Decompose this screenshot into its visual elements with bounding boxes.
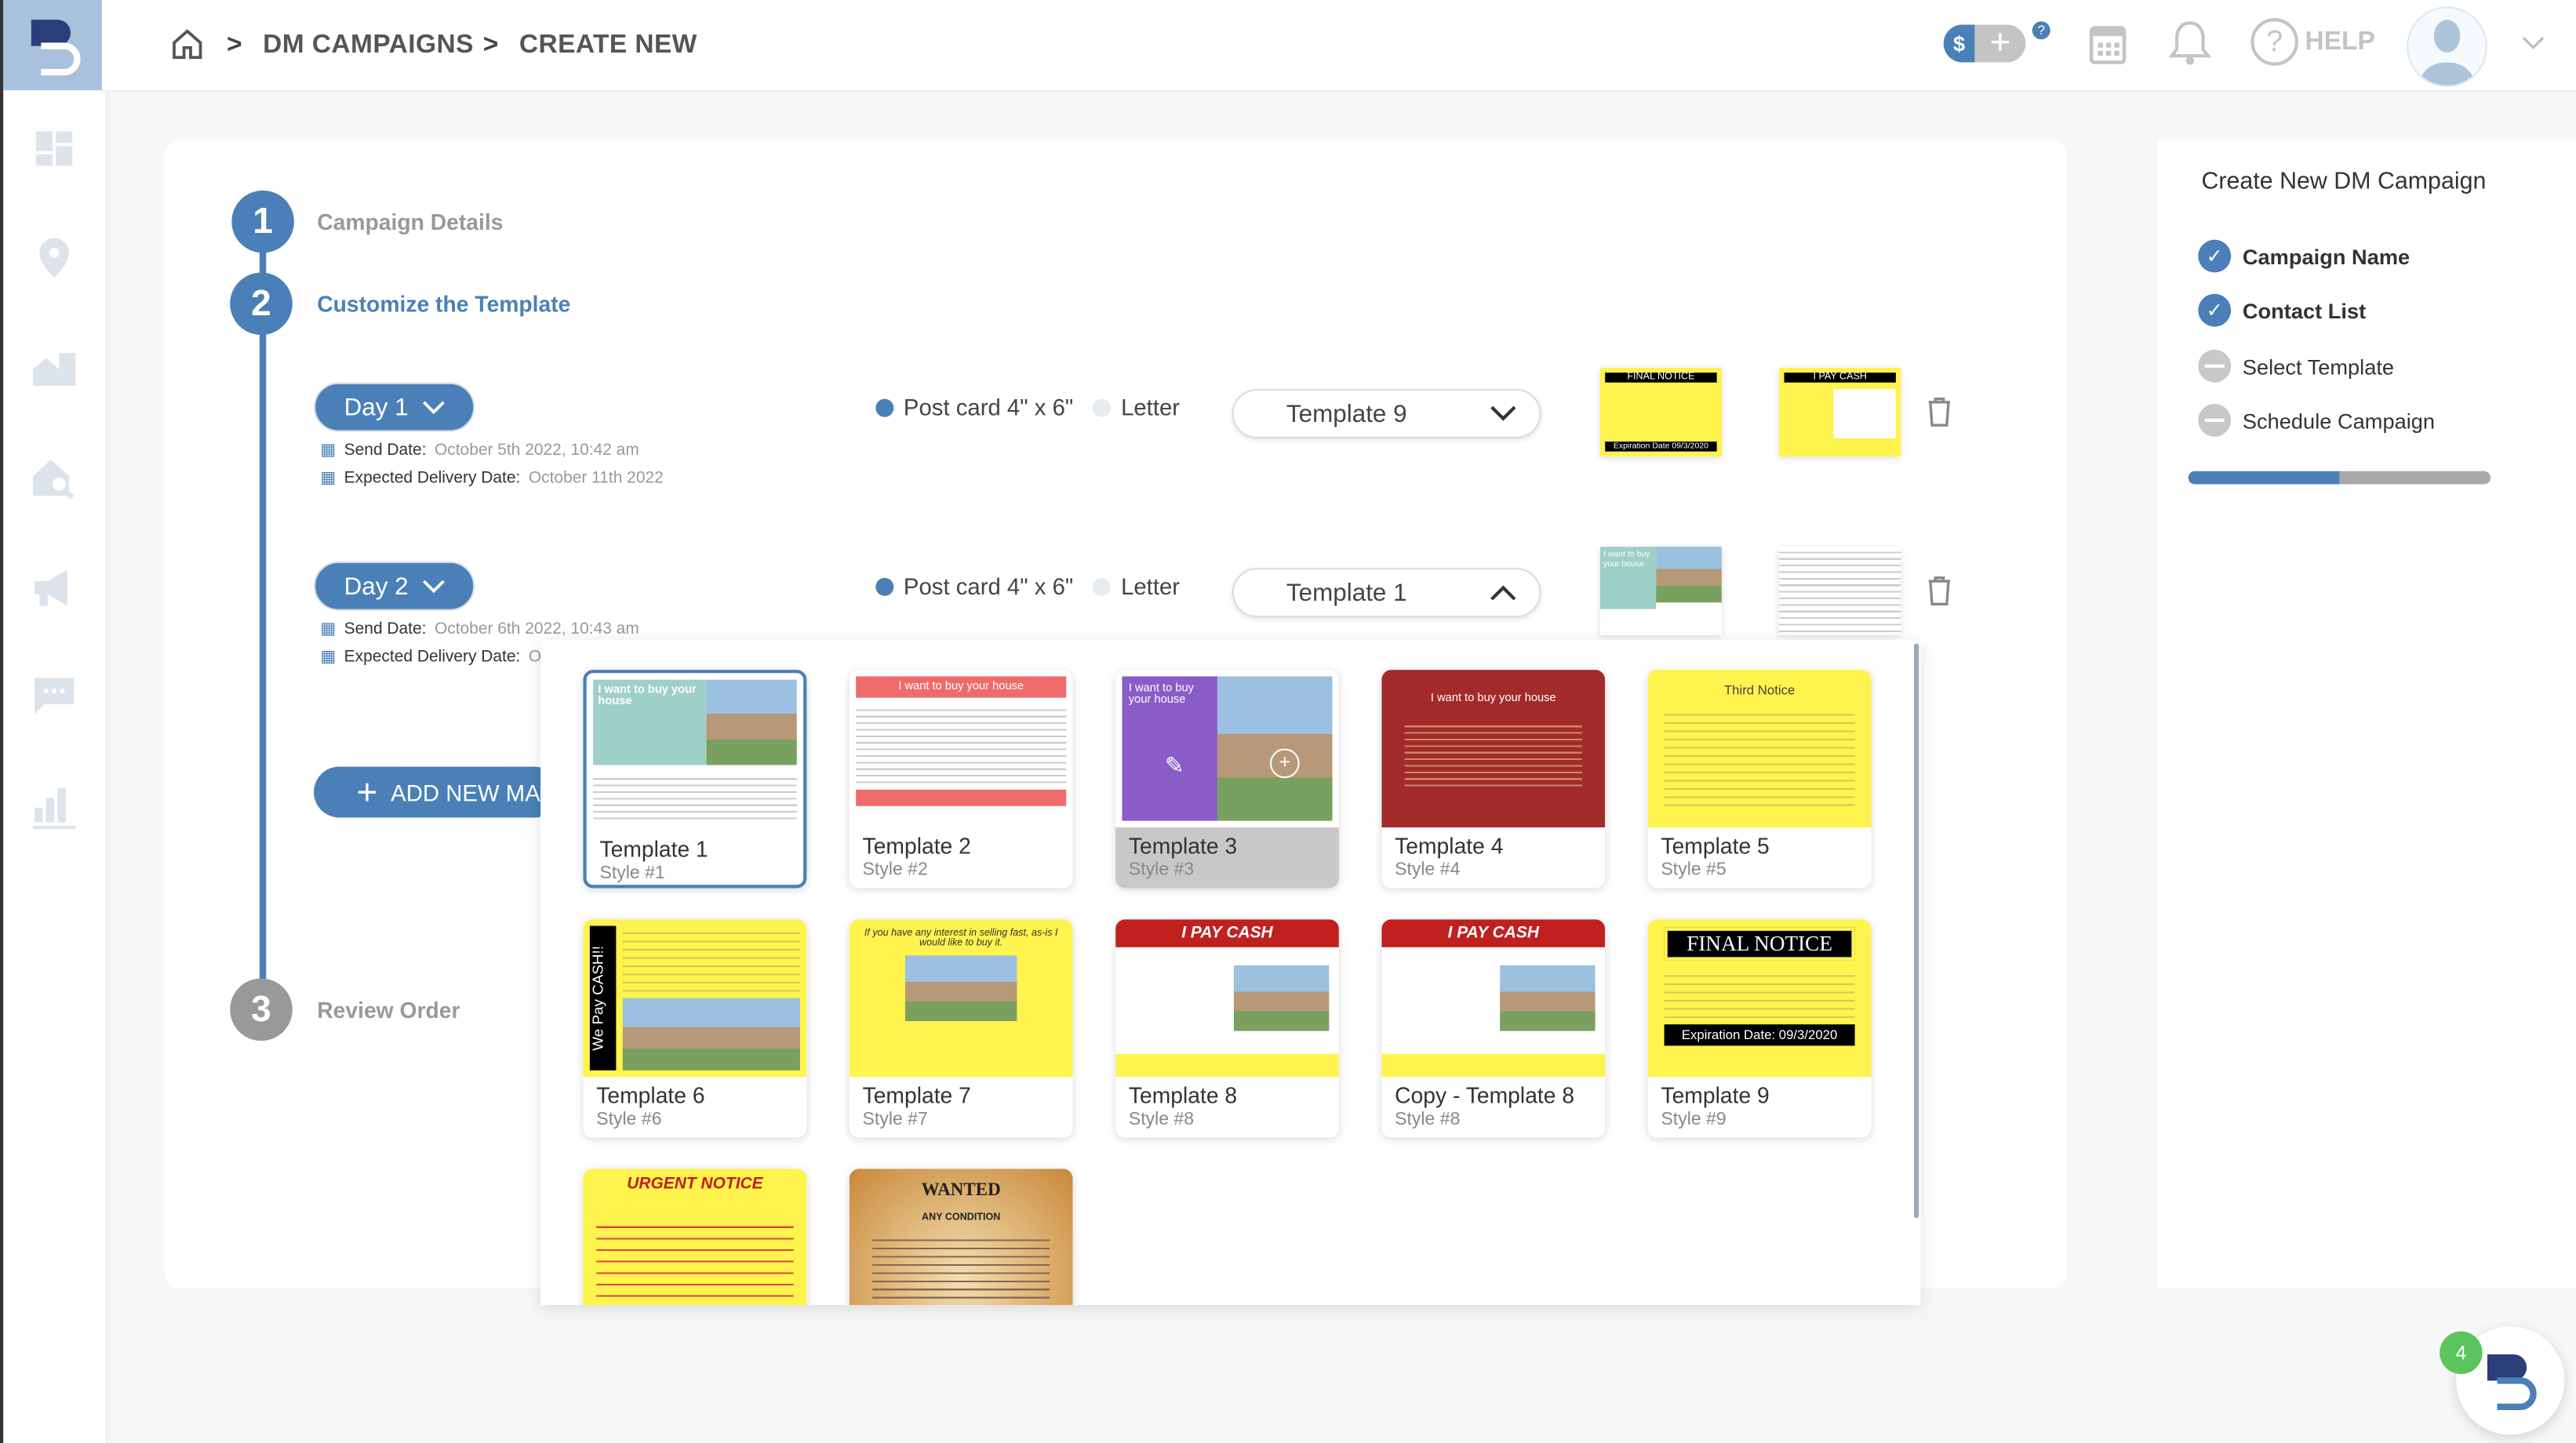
template-card-7[interactable]: If you have any interest in selling fast… <box>849 919 1073 1138</box>
chevron-down-icon <box>422 400 444 414</box>
campaign-progress-panel: Create New DM Campaign ✓ Campaign Name ✓ C… <box>2156 139 2576 1289</box>
day-label: Day 1 <box>344 393 409 421</box>
day-1-back-preview[interactable]: I PAY CASH <box>1779 367 1901 456</box>
chevron-down-icon[interactable] <box>2520 33 2547 53</box>
breadcrumb-create-new: CREATE NEW <box>518 31 697 60</box>
template-card-urgent-notice[interactable]: URGENT NOTICE <box>583 1169 807 1306</box>
day-1-dropdown[interactable]: Day 1 <box>314 382 475 432</box>
chevron-down-icon <box>422 579 444 593</box>
postcard-label[interactable]: Post card 4" x 6" <box>904 394 1073 420</box>
day-2-back-preview[interactable] <box>1779 547 1901 636</box>
day-1-send-date: ▦ Send Date: October 5th 2022, 10:42 am <box>320 442 639 460</box>
add-new-mail-button[interactable]: + ADD NEW MAI <box>314 766 561 818</box>
day-2-dropdown[interactable]: Day 2 <box>314 561 475 611</box>
megaphone-icon[interactable] <box>30 563 79 612</box>
template-dropdown-panel: I want to buy your house Template 1 Style… <box>540 640 1921 1306</box>
day-1-front-preview[interactable]: FINAL NOTICE Expiration Date 09/3/2020 <box>1599 367 1722 456</box>
check-icon: ✓ <box>2198 239 2232 273</box>
day-1-delivery-date: ▦ Expected Delivery Date: October 11th 202… <box>320 469 664 488</box>
zoom-in-icon[interactable]: + <box>1269 748 1300 779</box>
help-icon: ? <box>2250 18 2299 66</box>
letter-radio[interactable] <box>1093 576 1112 595</box>
day-1-format-radio: Post card 4" x 6" Letter <box>875 394 1180 420</box>
app-logo[interactable] <box>3 0 106 91</box>
calendar-icon: ▦ <box>320 620 337 639</box>
check-icon: ✓ <box>2198 293 2232 327</box>
help-button[interactable]: ? HELP <box>2250 18 2375 66</box>
template-card-1[interactable]: I want to buy your house Template 1 Style… <box>583 670 807 889</box>
calendar-icon: ▦ <box>320 469 337 488</box>
template-card-9[interactable]: FINAL NOTICE Expiration Date: 09/3/2020 T… <box>1647 919 1872 1138</box>
notification-bell-icon[interactable] <box>2165 18 2214 67</box>
letter-label[interactable]: Letter <box>1121 573 1180 599</box>
progress-item-campaign-name: ✓ Campaign Name <box>2198 239 2410 273</box>
calendar-icon[interactable] <box>2088 21 2127 66</box>
day-2-template-select[interactable]: Template 1 <box>1232 568 1541 618</box>
chat-unread-badge: 4 <box>2440 1331 2483 1375</box>
breadcrumb-dm-campaigns[interactable]: DM CAMPAIGNS <box>263 31 474 61</box>
dollar-icon: $ <box>1943 24 1975 63</box>
progress-item-contact-list: ✓ Contact List <box>2198 293 2366 327</box>
sidebar <box>0 0 106 1443</box>
progress-item-schedule-campaign: Schedule Campaign <box>2198 403 2435 437</box>
step-3-label: Review Order <box>317 998 460 1023</box>
day-2-format-radio: Post card 4" x 6" Letter <box>875 573 1180 599</box>
progress-panel-title: Create New DM Campaign <box>2201 169 2487 196</box>
user-avatar[interactable] <box>2407 6 2487 87</box>
letter-radio[interactable] <box>1093 398 1112 416</box>
plus-icon: + <box>356 770 378 812</box>
campaign-progress-bar <box>2188 471 2491 485</box>
template-card-2[interactable]: I want to buy your house Template 2 Style… <box>849 670 1073 889</box>
template-card-6[interactable]: We Pay CASH!! Template 6 Style #6 <box>583 919 807 1138</box>
postcard-radio[interactable] <box>875 576 894 595</box>
delete-day-2-trash-icon[interactable] <box>1926 575 1954 606</box>
dashboard-icon[interactable] <box>30 125 79 174</box>
template-card-4[interactable]: I want to buy your house Template 4 Style… <box>1381 670 1606 889</box>
template-card-wanted[interactable]: WANTED ANY CONDITION <box>849 1169 1073 1306</box>
step-connector-line <box>259 245 267 1001</box>
user-silhouette-icon <box>2418 20 2476 85</box>
step-1-circle: 1 <box>231 190 294 253</box>
day-2-delivery-date: ▦ Expected Delivery Date: O <box>320 648 542 667</box>
breadcrumb-separator-icon: > <box>482 31 499 60</box>
plus-icon: + <box>1974 24 2026 63</box>
step-2-circle: 2 <box>230 272 293 336</box>
step-2-label: Customize the Template <box>317 292 571 318</box>
delete-day-1-trash-icon[interactable] <box>1926 395 1954 427</box>
reports-icon[interactable] <box>30 781 79 831</box>
postcard-label[interactable]: Post card 4" x 6" <box>904 573 1073 599</box>
calendar-icon: ▦ <box>320 648 337 667</box>
step-1-label[interactable]: Campaign Details <box>317 210 503 234</box>
letter-label[interactable]: Letter <box>1121 394 1180 420</box>
chevron-down-icon <box>1490 405 1516 421</box>
pending-icon <box>2198 403 2232 437</box>
progress-item-select-template: Select Template <box>2198 349 2394 383</box>
calendar-icon: ▦ <box>320 442 337 460</box>
template-card-3[interactable]: I want to buy your house ✎ + Template 3S… <box>1115 670 1339 889</box>
template-card-5[interactable]: Third Notice Template 5 Style #5 <box>1647 670 1872 889</box>
chevron-up-icon <box>1490 585 1516 601</box>
template-card-copy-8[interactable]: I PAY CASH Copy - Template 8 Style #8 <box>1381 919 1606 1138</box>
properties-icon[interactable] <box>30 343 79 392</box>
pending-icon <box>2198 349 2232 383</box>
day-2-send-date: ▦ Send Date: October 6th 2022, 10:43 am <box>320 620 639 639</box>
home-icon[interactable] <box>171 28 204 61</box>
scrollbar[interactable] <box>1913 643 1919 1219</box>
edit-pencil-icon[interactable]: ✎ <box>1165 752 1184 780</box>
template-card-8[interactable]: I PAY CASH Template 8 Style #8 <box>1115 919 1339 1138</box>
top-bar: > DM CAMPAIGNS > CREATE NEW $ + ? ? HELP <box>101 0 2576 93</box>
day-1-template-select[interactable]: Template 9 <box>1232 389 1541 438</box>
step-3-circle: 3 <box>230 978 293 1041</box>
messages-icon[interactable] <box>30 671 79 721</box>
day-2-front-preview[interactable]: I want to buy your house <box>1599 547 1722 636</box>
postcard-radio[interactable] <box>875 398 894 416</box>
map-pin-icon[interactable] <box>30 233 79 282</box>
credits-help-badge[interactable]: ? <box>2032 21 2050 40</box>
day-label: Day 2 <box>344 572 409 601</box>
help-label: HELP <box>2305 27 2375 56</box>
chat-logo-icon <box>2487 1354 2537 1411</box>
property-search-icon[interactable] <box>30 453 79 503</box>
breadcrumb-separator-icon: > <box>227 31 243 60</box>
add-credits-button[interactable]: $ + <box>1943 24 2026 63</box>
